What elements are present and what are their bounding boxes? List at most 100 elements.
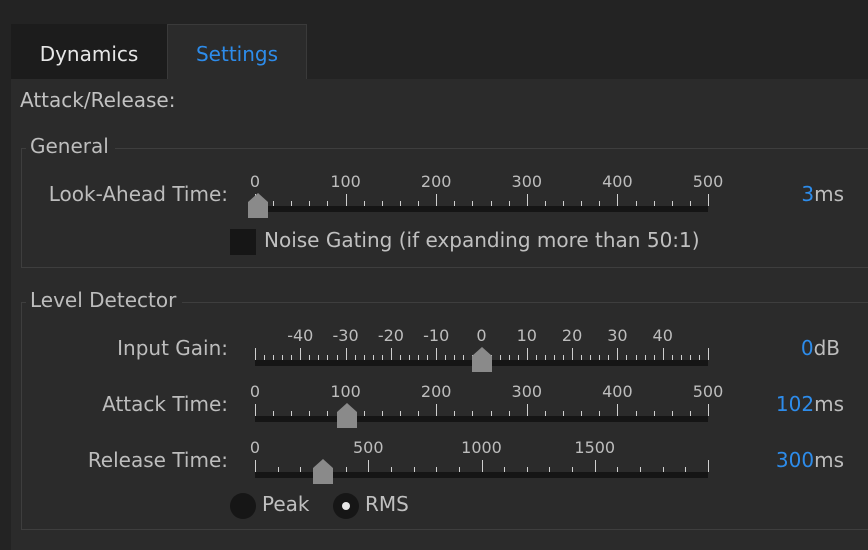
slider-tick-label: 200	[420, 382, 452, 401]
slider-thumb[interactable]	[335, 402, 358, 428]
slider-tick	[526, 194, 528, 206]
slider-tick	[418, 355, 420, 360]
slider-tick-label: 400	[602, 172, 633, 191]
release-time-value-number[interactable]: 300	[776, 448, 814, 472]
attack-time-value[interactable]: 102ms	[776, 392, 844, 416]
slider-tick	[282, 355, 284, 360]
look-ahead-value[interactable]: 3ms	[801, 182, 844, 206]
slider-track[interactable]	[255, 416, 708, 422]
slider-tick	[418, 411, 420, 416]
release-time-slider[interactable]: 0 500 1000 1500	[250, 438, 709, 488]
slider-tick	[671, 411, 673, 416]
noise-gating-checkbox[interactable]	[230, 229, 256, 255]
slider-tick	[544, 201, 546, 206]
slider-tick	[309, 201, 311, 206]
slider-thumb[interactable]	[470, 346, 492, 372]
input-gain-label: Input Gain:	[117, 336, 228, 360]
peak-radio-label[interactable]: Peak	[262, 492, 310, 516]
look-ahead-value-number[interactable]: 3	[801, 182, 814, 206]
slider-tick	[685, 467, 687, 472]
slider-tick	[581, 355, 583, 360]
noise-gating-label[interactable]: Noise Gating (if expanding more than 50:…	[264, 228, 700, 252]
attack-time-value-number[interactable]: 102	[776, 392, 814, 416]
slider-tick	[549, 467, 551, 472]
slider-tick	[345, 194, 347, 206]
slider-tick	[291, 411, 293, 416]
rms-radio-label[interactable]: RMS	[365, 492, 409, 516]
slider-tick	[617, 404, 619, 416]
slider-tick	[418, 201, 420, 206]
slider-tick-label: 0	[249, 382, 261, 401]
slider-tick	[273, 201, 275, 206]
section-heading: Attack/Release:	[20, 88, 176, 112]
slider-tick	[544, 355, 546, 360]
peak-radio[interactable]	[230, 493, 256, 519]
slider-tick	[563, 411, 565, 416]
slider-tick	[291, 355, 293, 360]
tab-dynamics[interactable]: Dynamics	[11, 24, 167, 79]
look-ahead-slider[interactable]: 0 100 200 300 400 500	[247, 172, 723, 222]
input-gain-value[interactable]: 0dB	[801, 336, 840, 360]
slider-tick	[653, 411, 655, 416]
slider-tick	[381, 355, 383, 360]
slider-tick	[698, 355, 700, 360]
slider-tick-label: 1500	[574, 438, 616, 457]
slider-tick	[327, 411, 329, 416]
slider-thumb[interactable]	[246, 192, 268, 218]
slider-tick	[535, 355, 537, 360]
slider-track[interactable]	[255, 206, 708, 212]
slider-tick-label: 200	[420, 172, 452, 191]
slider-tick-label: 100	[330, 382, 361, 401]
slider-tick	[255, 460, 256, 472]
release-time-value[interactable]: 300ms	[776, 448, 844, 472]
slider-tick	[563, 201, 565, 206]
slider-tick	[255, 348, 256, 360]
release-time-unit: ms	[814, 448, 844, 472]
input-gain-slider[interactable]: -40 -30 -20 -10 0 10 20 30 40	[255, 326, 709, 376]
slider-tick	[300, 348, 302, 360]
slider-tick	[390, 348, 392, 360]
slider-tick	[608, 355, 610, 360]
rms-radio[interactable]	[333, 493, 359, 519]
slider-tick	[381, 411, 383, 416]
slider-tick	[581, 411, 583, 416]
slider-tick-label: 0	[476, 326, 487, 345]
slider-tick	[708, 348, 709, 360]
slider-tick	[635, 201, 637, 206]
slider-tick-label: 500	[692, 382, 724, 401]
slider-tick	[581, 201, 583, 206]
slider-tick	[399, 201, 401, 206]
slider-tick	[368, 460, 370, 472]
slider-tick	[255, 404, 256, 416]
slider-tick	[354, 355, 356, 360]
slider-tick	[617, 194, 619, 206]
slider-tick-label: 400	[602, 382, 633, 401]
slider-tick-label: 300	[511, 172, 543, 191]
rms-radio-selected-dot	[342, 502, 350, 510]
slider-tick	[336, 355, 338, 360]
input-gain-value-number[interactable]: 0	[801, 336, 814, 360]
slider-tick-label: 500	[692, 172, 724, 191]
slider-tick	[662, 348, 664, 360]
slider-thumb[interactable]	[311, 458, 333, 484]
slider-tick	[481, 460, 483, 472]
level-detector-group-title: Level Detector	[26, 288, 183, 312]
slider-tick	[309, 355, 311, 360]
attack-time-slider[interactable]: 0 100 200 300 400 500	[250, 382, 723, 432]
slider-tick	[680, 355, 682, 360]
slider-tick	[508, 411, 510, 416]
slider-tick	[436, 194, 438, 206]
slider-tick	[617, 348, 619, 360]
slider-tick	[458, 467, 460, 472]
slider-tick	[599, 201, 601, 206]
tab-settings[interactable]: Settings	[167, 24, 307, 79]
look-ahead-unit: ms	[814, 182, 844, 206]
slider-tick	[436, 467, 438, 472]
slider-tick	[689, 201, 691, 206]
slider-tick	[436, 404, 438, 416]
slider-tick	[644, 355, 646, 360]
slider-tick	[599, 411, 601, 416]
slider-tick	[273, 355, 275, 360]
slider-tick	[617, 467, 619, 472]
slider-tick-label: 100	[330, 172, 361, 191]
